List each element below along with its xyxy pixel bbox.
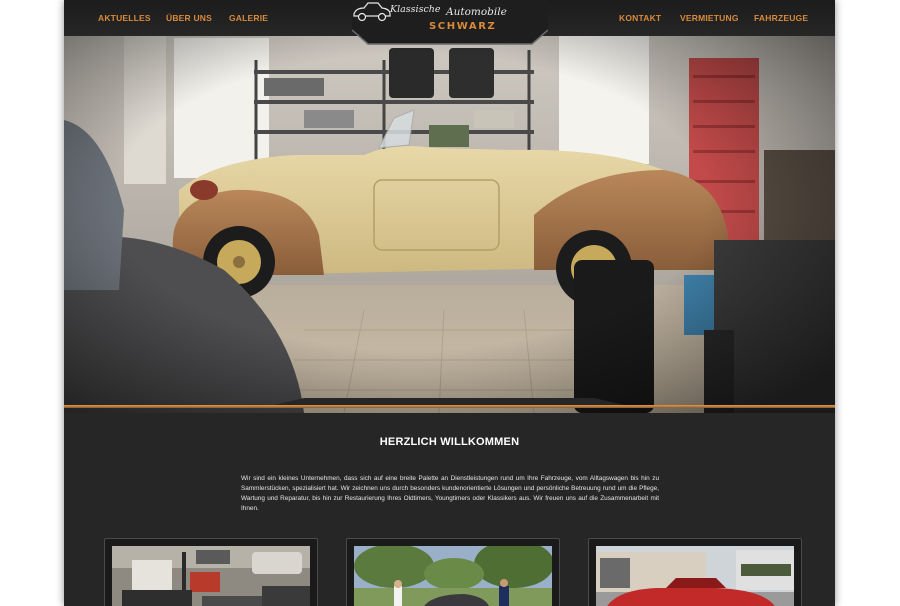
page: AKTUELLES ÜBER UNS GALERIE KONTAKT VERMI… bbox=[64, 0, 835, 606]
nav-item-ueber-uns[interactable]: ÜBER UNS bbox=[166, 13, 212, 23]
nav-item-galerie[interactable]: GALERIE bbox=[229, 13, 268, 23]
nav-item-fahrzeuge[interactable]: FAHRZEUGE bbox=[754, 13, 808, 23]
logo-script-automobile: Automobile bbox=[446, 6, 507, 18]
hero-bottom-notch bbox=[274, 398, 624, 405]
hero-image bbox=[64, 30, 835, 413]
welcome-text: Wir sind ein kleines Unternehmen, dass s… bbox=[241, 475, 659, 512]
card-image-red-car bbox=[596, 546, 794, 606]
card-image-workshop bbox=[112, 546, 310, 606]
logo-script-klassische: Klassische bbox=[390, 4, 441, 15]
logo-name: SCHWARZ bbox=[429, 21, 497, 32]
gallery-card-red-car[interactable] bbox=[588, 538, 802, 606]
welcome-title: HERZLICH WILLKOMMEN bbox=[379, 436, 520, 448]
vintage-car-icon bbox=[353, 2, 391, 22]
card-image-wedding bbox=[354, 546, 552, 606]
gallery-card-workshop[interactable] bbox=[104, 538, 318, 606]
nav-item-kontakt[interactable]: KONTAKT bbox=[619, 13, 661, 23]
nav-item-vermietung[interactable]: VERMIETUNG bbox=[680, 13, 739, 23]
nav-item-aktuelles[interactable]: AKTUELLES bbox=[98, 13, 151, 23]
site-logo[interactable]: Klassische Automobile SCHWARZ bbox=[352, 0, 548, 46]
gallery-card-wedding[interactable] bbox=[346, 538, 560, 606]
